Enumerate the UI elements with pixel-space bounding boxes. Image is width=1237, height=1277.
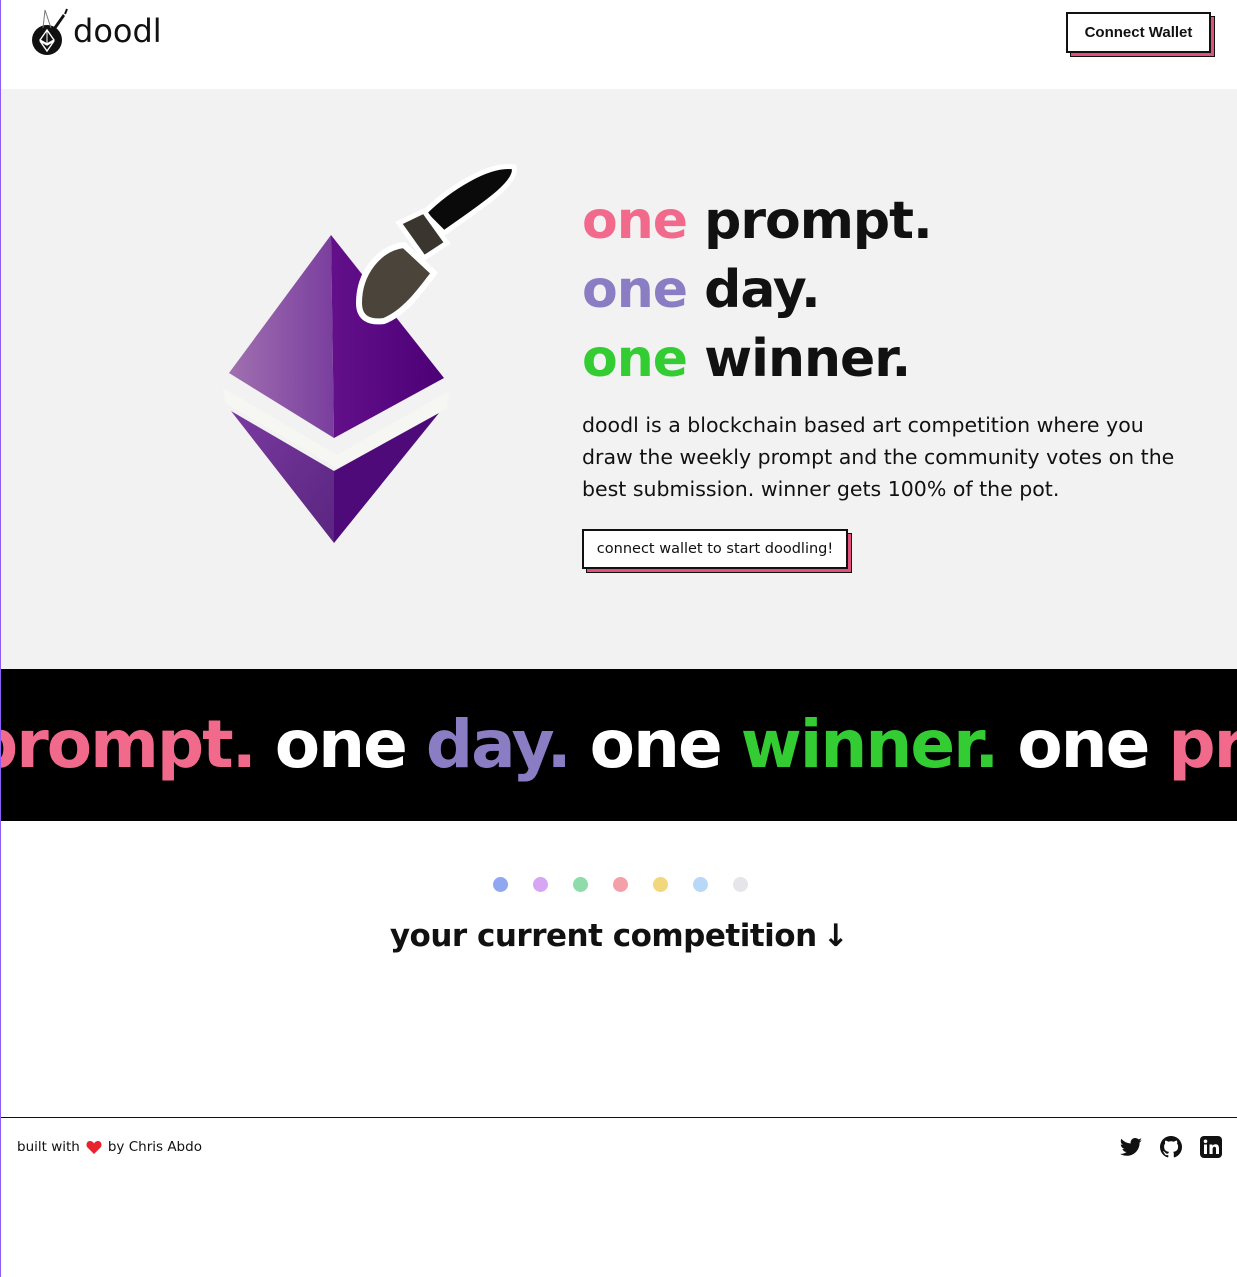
marquee-track: prompt.oneday.onewinner.oneprompt. <box>1 705 1237 785</box>
arrow-down-icon: ↓ <box>822 918 849 954</box>
competition-title-text: your current competition <box>389 918 817 954</box>
linkedin-icon[interactable] <box>1199 1135 1223 1159</box>
logo-text: doodl <box>73 12 162 50</box>
tagline-accent-2: one <box>582 260 688 320</box>
social-links <box>1119 1135 1223 1159</box>
loading-dots <box>493 877 748 892</box>
marquee-word: winner. <box>740 706 1000 783</box>
tagline-marquee: prompt.oneday.onewinner.oneprompt. <box>1 669 1237 821</box>
hero-description: doodl is a blockchain based art competit… <box>582 413 1175 501</box>
start-doodling-button[interactable]: connect wallet to start doodling! <box>582 529 848 569</box>
logo-mark-icon <box>32 8 68 55</box>
marquee-word: one <box>274 706 408 783</box>
marquee-word: prompt. <box>1 706 257 783</box>
hero-tagline: one prompt. one day. one winner. <box>582 187 933 394</box>
tagline-accent-3: one <box>582 329 688 389</box>
site-footer: built with by Chris Abdo <box>1 1117 1237 1277</box>
built-with-text: built with <box>17 1139 80 1155</box>
marquee-word: prompt. <box>1168 706 1237 783</box>
loading-dot <box>693 877 708 892</box>
github-icon[interactable] <box>1159 1135 1183 1159</box>
loading-dot <box>533 877 548 892</box>
tagline-rest-2: day. <box>704 260 821 320</box>
author-text: by Chris Abdo <box>107 1139 202 1155</box>
footer-credit: built with by Chris Abdo <box>17 1139 202 1155</box>
heart-icon <box>86 1140 102 1154</box>
tagline-rest-3: winner. <box>704 329 911 389</box>
tagline-accent-1: one <box>582 191 688 251</box>
ethereum-paintbrush-illustration <box>223 164 517 543</box>
loading-dot <box>493 877 508 892</box>
hero-section: one prompt. one day. one winner. doodl i… <box>1 89 1237 669</box>
marquee-word: one <box>1017 706 1150 783</box>
loading-dot <box>653 877 668 892</box>
loading-dot <box>733 877 748 892</box>
marquee-word: day. <box>425 706 572 783</box>
site-header: doodl Connect Wallet <box>1 0 1237 89</box>
tagline-rest-1: prompt. <box>704 191 933 251</box>
tagline-line-1: one prompt. <box>582 187 933 256</box>
tagline-line-2: one day. <box>582 256 932 325</box>
twitter-icon[interactable] <box>1119 1135 1143 1159</box>
current-competition-heading: your current competition ↓ <box>1 918 1237 954</box>
connect-wallet-button[interactable]: Connect Wallet <box>1066 12 1211 53</box>
marquee-word: one <box>589 706 723 783</box>
loading-dot <box>613 877 628 892</box>
logo[interactable]: doodl <box>29 6 162 56</box>
loading-dot <box>573 877 588 892</box>
tagline-line-3: one winner. <box>582 325 932 394</box>
